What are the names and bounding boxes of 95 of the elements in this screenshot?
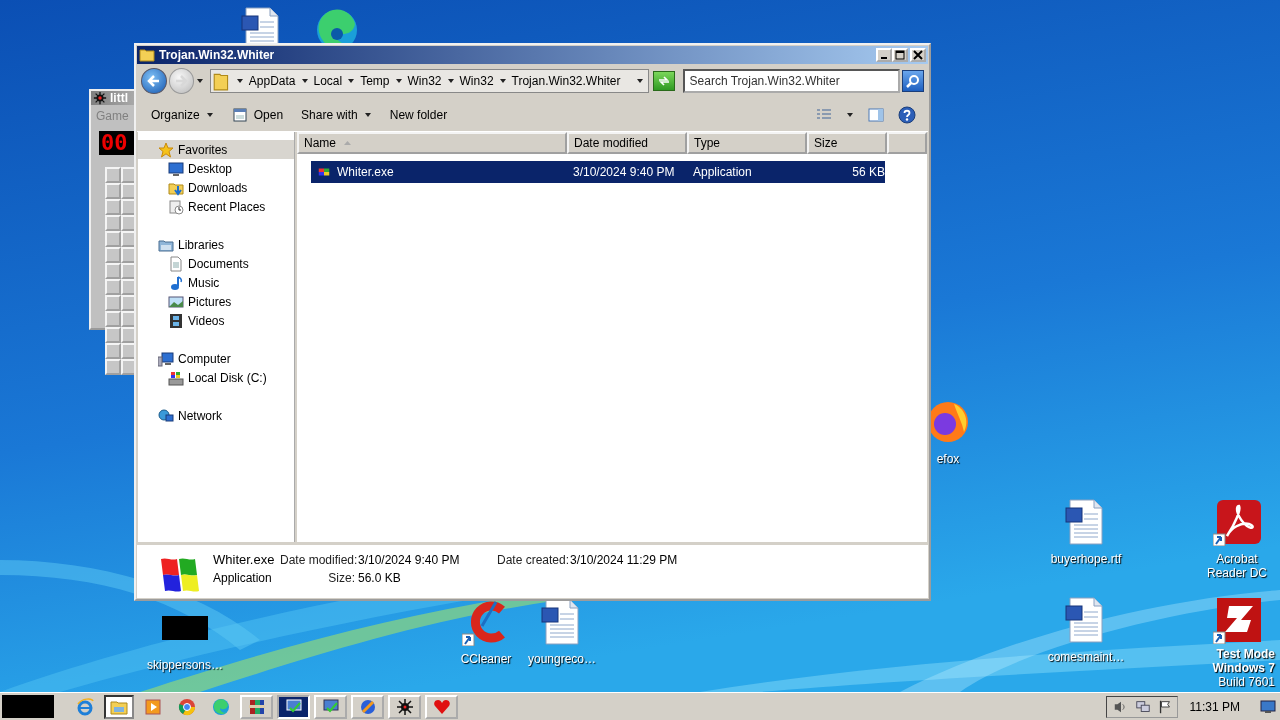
document-icon [168,255,184,272]
file-row[interactable]: Whiter.exe 3/10/2024 9:40 PM Application 56 KB [311,161,885,183]
app-icon [1213,596,1261,644]
mine-icon [93,91,107,105]
disk-icon [168,369,184,386]
search-button[interactable] [902,70,924,92]
nav-item[interactable]: Pictures [138,292,294,311]
window-title: Trojan.Win32.Whiter [159,48,275,62]
search-field[interactable]: Search Trojan.Win32.Whiter [682,69,901,93]
nav-item[interactable]: Network [138,406,294,425]
nav-item[interactable]: Favorites [138,140,294,159]
computer-icon [158,350,174,367]
field-value: 3/10/2024 9:40 PM [358,553,461,567]
taskbar-button[interactable] [240,694,273,719]
browser-icon [178,697,196,716]
toolbar-button[interactable]: Organize [145,102,220,127]
address-bar[interactable]: AppData Local Temp Win32 Win32 Trojan.Win32.Whiter [209,69,649,93]
nav-item[interactable]: Downloads [138,178,294,197]
browser-icon [212,697,230,716]
taskbar-button[interactable] [277,694,310,719]
breadcrumb-item[interactable]: Win32 [407,74,442,88]
field-label: Date modified: [280,553,355,567]
breadcrumb-item[interactable]: Trojan.Win32.Whiter [511,74,621,88]
field-label: Date created: [497,553,567,567]
help-icon [898,105,916,124]
picture-icon [168,293,184,310]
taskbar-button[interactable] [314,694,347,719]
file-name: Whiter.exe [337,165,394,179]
system-text: Build 7601 [1218,675,1275,689]
maximize-icon [894,49,906,61]
maximize-button[interactable] [892,48,908,62]
network-icon [158,407,174,424]
refresh-button[interactable] [652,71,675,91]
start-button[interactable] [2,695,54,718]
nav-item[interactable]: Local Disk (C:) [138,368,294,387]
table-cell-text: 3/10/2024 9:40 PM [573,165,676,179]
breadcrumb-item[interactable]: AppData [248,74,296,88]
arrow-icon [146,74,161,88]
minimize-button[interactable] [876,48,892,62]
desktop-icon [1260,699,1276,714]
nav-item[interactable]: Libraries [138,235,294,254]
column-header[interactable]: Name [297,132,567,154]
recent-icon [168,198,184,215]
mine-icon [395,697,414,716]
toolbar-button[interactable]: New folder [383,102,454,127]
system-text: Test Mode [1216,647,1275,661]
nav-item[interactable]: Desktop [138,159,294,178]
play-icon [144,697,162,716]
field-value: 56.0 KB [358,571,402,585]
refresh-icon [656,75,671,87]
books-icon [247,697,266,716]
pane-icon [868,106,884,123]
window-title: littl [110,91,128,105]
list-view-icon [816,107,832,122]
breadcrumb-item[interactable]: Local [313,74,343,88]
nav-item[interactable]: Videos [138,311,294,330]
nav-item[interactable]: Computer [138,349,294,368]
heart-icon [432,697,451,716]
back-button[interactable] [141,68,167,94]
browser-icon [76,697,94,716]
pencil-icon [358,697,377,716]
field-value: 3/10/2024 11:29 PM [570,553,678,567]
app-icon [1213,498,1261,546]
close-button[interactable] [910,48,926,62]
search-icon [906,74,921,88]
folder-icon [139,47,155,63]
monitor-icon [168,160,184,177]
table-cell-text: 56 KB [851,165,885,179]
network-icon [1134,698,1151,715]
column-header[interactable]: Size [807,132,887,154]
film-icon [168,312,184,329]
column-header[interactable]: Type [687,132,807,154]
breadcrumb-item[interactable]: Temp [360,74,390,88]
toolbar-button[interactable]: Share with [295,102,378,127]
nav-item[interactable]: Music [138,273,294,292]
arrow-icon [174,74,189,88]
clock[interactable]: 11:31 PM [1189,699,1240,714]
star-icon [158,141,174,158]
file-name: Whiter.exe [213,553,276,567]
window-icon [231,106,248,123]
taskbar-button[interactable] [388,694,421,719]
nav-item[interactable]: Documents [138,254,294,273]
breadcrumb-item[interactable]: Win32 [459,74,494,88]
field-label: Size: [327,571,355,585]
file-type: Application [213,571,273,585]
toolbar-button[interactable]: Open [225,102,290,127]
minimize-icon [881,57,887,59]
close-icon [912,49,924,61]
table-cell-text: Application [693,165,753,179]
system-text: Windows 7 [1212,661,1275,675]
nav-item[interactable]: Recent Places [138,197,294,216]
folder-icon [212,71,231,91]
music-note-icon [168,274,184,291]
taskbar-icon[interactable] [104,694,134,719]
column-header[interactable]: Date modified [567,132,687,154]
